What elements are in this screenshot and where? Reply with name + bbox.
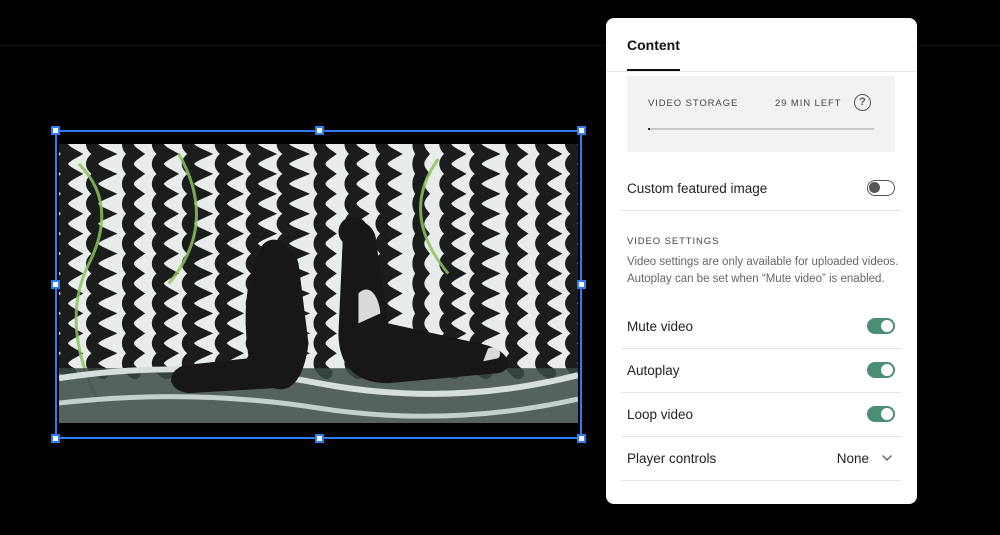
swirl-stripe xyxy=(121,144,146,380)
video-thumbnail xyxy=(59,144,578,423)
swirl-stripe xyxy=(214,144,245,380)
toggle-knob xyxy=(881,364,893,376)
resize-handle-bottom[interactable] xyxy=(315,434,324,443)
panel-tab-bar: Content xyxy=(606,18,917,72)
mute-video-row: Mute video xyxy=(621,305,901,349)
toggle-knob xyxy=(869,182,880,193)
swirl-stripe xyxy=(505,144,529,380)
player-controls-value[interactable]: None xyxy=(837,451,869,466)
video-settings-description: Video settings are only available for up… xyxy=(627,256,899,285)
autoplay-toggle[interactable] xyxy=(867,362,895,378)
storage-remaining: 29 MIN LEFT xyxy=(775,98,842,109)
mute-video-toggle[interactable] xyxy=(867,318,895,334)
resize-handle-bottom-left[interactable] xyxy=(51,434,60,443)
player-controls-label: Player controls xyxy=(627,451,717,466)
swirl-stripe xyxy=(151,144,180,380)
video-storage-box: VIDEO STORAGE 29 MIN LEFT ? xyxy=(627,76,895,152)
video-settings-title: VIDEO SETTINGS xyxy=(627,236,720,247)
help-icon[interactable]: ? xyxy=(854,94,871,111)
swirl-stripe xyxy=(86,144,118,380)
resize-handle-top-left[interactable] xyxy=(51,126,60,135)
swirl-stripe xyxy=(313,144,337,380)
swirl-stripe xyxy=(59,144,84,380)
resize-handle-left[interactable] xyxy=(51,280,60,289)
swirl-stripe xyxy=(565,144,578,378)
storage-progress-fill xyxy=(648,128,651,130)
toggle-knob xyxy=(881,320,893,332)
resize-handle-bottom-right[interactable] xyxy=(577,434,586,443)
custom-featured-image-row: Custom featured image xyxy=(621,167,901,211)
player-controls-row[interactable]: Player controls None xyxy=(621,437,901,481)
mute-video-label: Mute video xyxy=(627,319,694,334)
autoplay-row: Autoplay xyxy=(621,349,901,393)
storage-progress-bar xyxy=(648,128,874,130)
chevron-down-icon[interactable] xyxy=(880,451,894,465)
swirl-stripe xyxy=(469,144,501,380)
loop-video-row: Loop video xyxy=(621,393,901,437)
toggle-knob xyxy=(881,408,893,420)
loop-video-label: Loop video xyxy=(627,407,694,422)
custom-featured-image-label: Custom featured image xyxy=(627,181,768,196)
video-settings-panel: Content VIDEO STORAGE 29 MIN LEFT ? Cust… xyxy=(606,18,917,504)
custom-featured-image-toggle[interactable] xyxy=(867,180,895,196)
video-storage-label: VIDEO STORAGE xyxy=(648,98,739,109)
autoplay-label: Autoplay xyxy=(627,363,680,378)
active-tab-indicator xyxy=(627,69,680,71)
video-frame-image xyxy=(59,144,578,423)
loop-video-toggle[interactable] xyxy=(867,406,895,422)
resize-handle-top-right[interactable] xyxy=(577,126,586,135)
swirl-stripe xyxy=(535,144,563,380)
resize-handle-top[interactable] xyxy=(315,126,324,135)
tab-content[interactable]: Content xyxy=(627,37,680,53)
resize-handle-right[interactable] xyxy=(577,280,586,289)
video-block[interactable] xyxy=(51,126,586,443)
